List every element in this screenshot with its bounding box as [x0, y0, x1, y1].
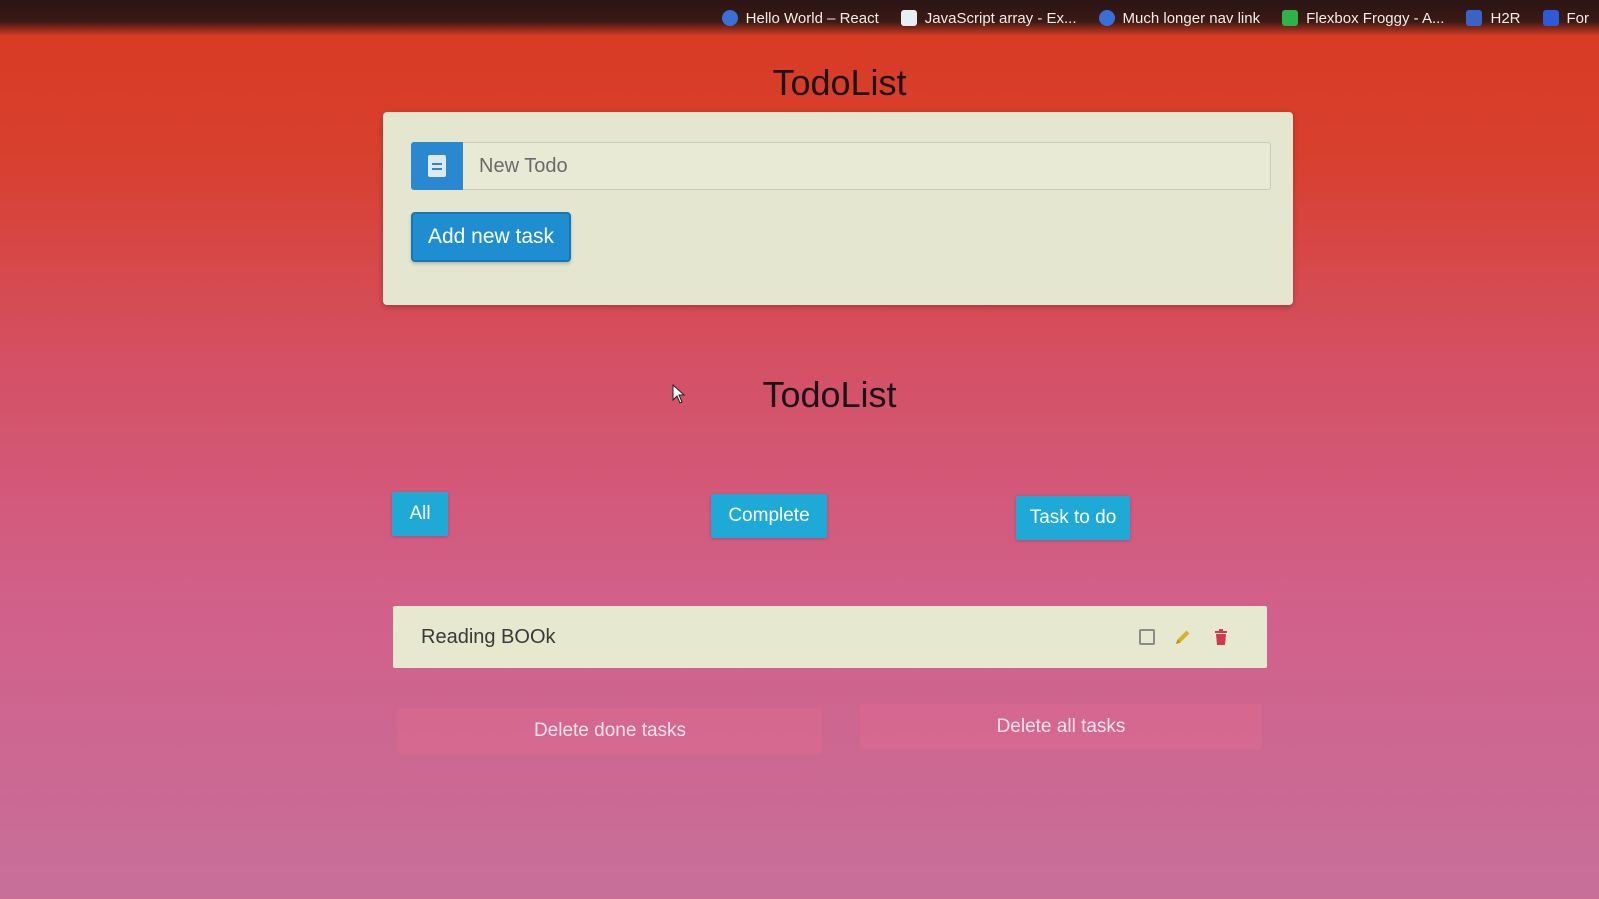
react-icon: [1098, 10, 1115, 26]
page-title: TodoList: [772, 62, 907, 103]
task-text: Reading BOOk: [421, 625, 556, 648]
bookmark-javascript-array[interactable]: JavaScript array - Ex...: [900, 10, 1077, 27]
trash-icon[interactable]: [1211, 627, 1231, 647]
react-icon: [721, 10, 738, 26]
delete-done-tasks-button[interactable]: Delete done tasks: [398, 708, 822, 754]
task-checkbox[interactable]: [1139, 629, 1155, 645]
bookmarks-bar: Hello World – React JavaScript array - E…: [0, 0, 1599, 36]
filter-complete-button[interactable]: Complete: [711, 494, 827, 538]
new-todo-input[interactable]: [463, 142, 1271, 190]
add-new-task-button[interactable]: Add new task: [411, 212, 571, 262]
task-item: Reading BOOk: [393, 606, 1267, 668]
bookmark-flexbox-froggy[interactable]: Flexbox Froggy - A...: [1282, 10, 1444, 27]
mouse-cursor-icon: [672, 384, 686, 404]
bookmark-much-longer-nav[interactable]: Much longer nav link: [1098, 10, 1260, 27]
frog-icon: [1282, 10, 1299, 26]
filter-all-button[interactable]: All: [392, 492, 448, 536]
task-actions: [1139, 627, 1231, 647]
bookmark-for[interactable]: For: [1542, 10, 1589, 27]
todo-input-group: [411, 142, 1271, 190]
w3schools-icon: [900, 10, 917, 26]
delete-all-tasks-button[interactable]: Delete all tasks: [860, 704, 1262, 750]
add-todo-card: Add new task: [383, 112, 1293, 305]
h2r-icon: [1466, 10, 1483, 26]
bookmark-hello-world[interactable]: Hello World – React: [721, 10, 879, 27]
filter-todo-button[interactable]: Task to do: [1016, 496, 1130, 540]
pencil-icon[interactable]: [1173, 627, 1193, 647]
list-title: TodoList: [762, 374, 897, 415]
bookmark-h2r[interactable]: H2R: [1466, 10, 1521, 27]
bookmark-icon: [1542, 10, 1559, 26]
book-icon: [411, 142, 463, 190]
